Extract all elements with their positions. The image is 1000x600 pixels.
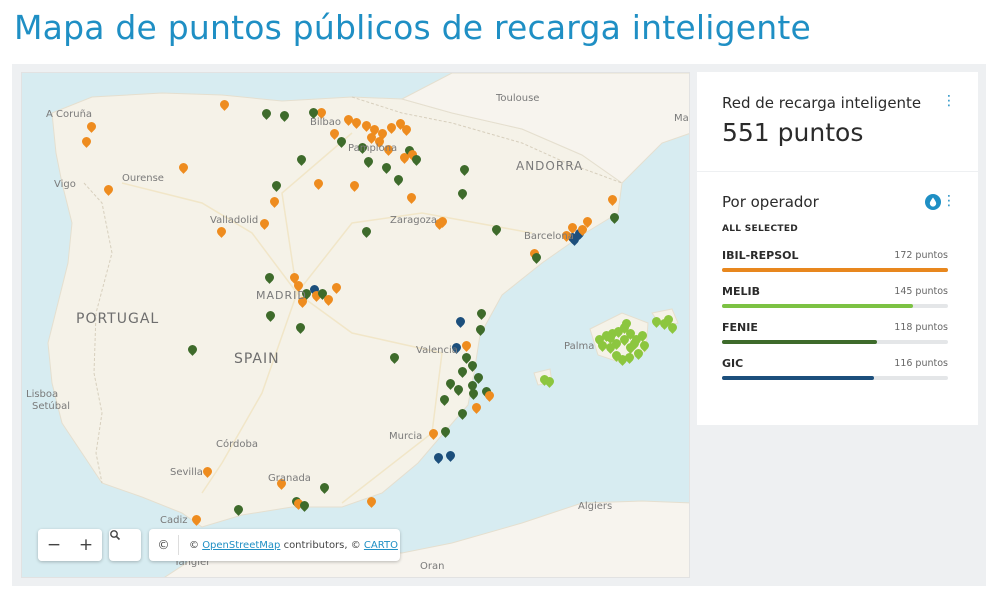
city-label: Algiers (578, 501, 613, 512)
city-label: Lisboa (26, 389, 59, 400)
country-label: PORTUGAL (76, 311, 160, 327)
attribution-prefix: © (189, 539, 203, 551)
operator-bar-track (722, 340, 948, 344)
total-points-value: 551 puntos (722, 118, 864, 147)
operator-bar (722, 376, 875, 380)
operator-name: MELIB (722, 285, 760, 298)
city-label: Cadiz (160, 515, 188, 526)
city-label: MADRID (256, 289, 307, 302)
attribution-middle: contributors, © (280, 539, 364, 551)
total-widget-title: Red de recarga inteligente (722, 94, 922, 112)
total-points-widget: Red de recarga inteligente ⋮ 551 puntos (697, 72, 978, 171)
page-title: Mapa de puntos públicos de recarga intel… (14, 8, 812, 47)
city-label: Murcia (389, 431, 423, 442)
all-selected-label: ALL SELECTED (722, 224, 799, 234)
city-label: Valencia (416, 345, 458, 356)
search-icon (110, 530, 121, 541)
city-label: Vigo (54, 179, 76, 190)
city-label: Sevilla (170, 467, 203, 478)
operator-bar (722, 304, 913, 308)
operator-widget: Por operador ⋮ ALL SELECTED IBIL-REPSOL … (697, 172, 978, 425)
city-label: Córdoba (216, 439, 258, 450)
city-label: Setúbal (32, 401, 71, 412)
operator-bar-track (722, 304, 948, 308)
operator-name: IBIL-REPSOL (722, 249, 799, 262)
more-options-icon[interactable]: ⋮ (942, 94, 956, 108)
drop-icon (929, 197, 937, 207)
city-label: Mars (674, 113, 689, 124)
operator-count: 145 puntos (894, 286, 948, 297)
city-label: Zaragoza (390, 215, 438, 226)
city-label: ANDORRA (516, 159, 584, 173)
attribution-toggle-button[interactable]: © (149, 535, 179, 555)
filter-drop-icon[interactable] (925, 194, 941, 210)
city-label: Pamplona (348, 143, 398, 154)
operator-count: 172 puntos (894, 250, 948, 261)
city-label: Barcelona (524, 231, 574, 242)
operator-bar-track (722, 376, 948, 380)
zoom-in-button[interactable]: + (70, 529, 102, 561)
map-search-button[interactable] (109, 529, 141, 561)
city-label: Oran (420, 561, 445, 572)
operator-count: 116 puntos (894, 358, 948, 369)
map-view[interactable]: A Coruña Bilbao Pamplona Toulouse Vigo O… (21, 72, 690, 578)
operator-name: FENIE (722, 321, 758, 334)
city-label: Valladolid (210, 215, 259, 226)
country-label: SPAIN (234, 351, 280, 367)
map-attribution: © © OpenStreetMap contributors, © CARTO (149, 529, 400, 561)
operator-bar-track (722, 268, 948, 272)
operator-name: GIC (722, 357, 744, 370)
zoom-control: − + (38, 529, 102, 561)
city-label: Palma (564, 341, 595, 352)
city-label: Granada (268, 473, 311, 484)
operator-count: 118 puntos (894, 322, 948, 333)
more-options-icon[interactable]: ⋮ (942, 194, 956, 208)
city-label: A Coruña (46, 109, 93, 120)
city-label: Ourense (122, 173, 164, 184)
zoom-out-button[interactable]: − (38, 529, 70, 561)
carto-link[interactable]: CARTO (364, 540, 398, 551)
operator-bar (722, 268, 948, 272)
attribution-text: © OpenStreetMap contributors, © CARTO (179, 540, 398, 551)
city-label: Bilbao (310, 117, 342, 128)
city-label: Toulouse (496, 93, 540, 104)
operator-widget-title: Por operador (722, 193, 819, 211)
openstreetmap-link[interactable]: OpenStreetMap (202, 540, 280, 551)
operator-bar (722, 340, 878, 344)
